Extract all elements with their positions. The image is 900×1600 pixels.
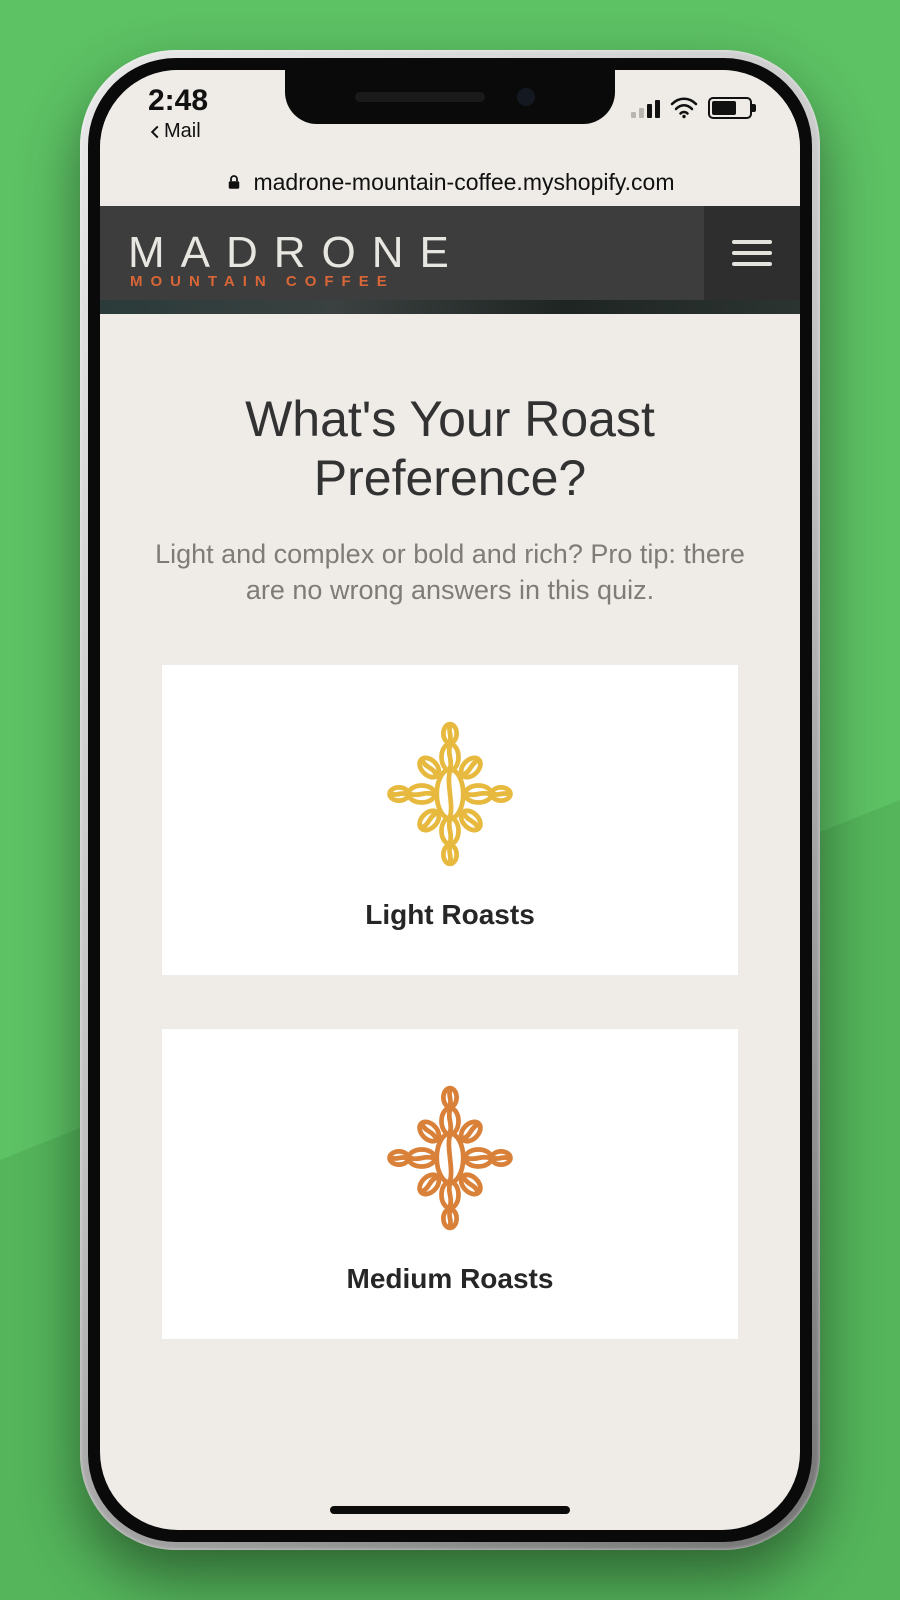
home-indicator[interactable] — [330, 1506, 570, 1514]
cellular-signal-icon — [631, 98, 660, 118]
coffee-beans-icon — [355, 709, 545, 879]
hamburger-icon — [732, 240, 772, 266]
header-hero-sliver — [100, 300, 800, 314]
quiz-subtitle: Light and complex or bold and rich? Pro … — [132, 536, 768, 609]
quiz-option-medium-roasts[interactable]: Medium Roasts — [162, 1029, 738, 1339]
quiz-option-light-roasts[interactable]: Light Roasts — [162, 665, 738, 975]
quiz-content: What's Your Roast Preference? Light and … — [100, 314, 800, 1433]
menu-button[interactable] — [704, 206, 800, 300]
phone-notch — [285, 70, 615, 124]
coffee-beans-icon — [355, 1073, 545, 1243]
battery-icon — [708, 97, 752, 119]
wifi-icon — [670, 97, 698, 119]
phone-screen: 2:48 Mail — [100, 70, 800, 1530]
browser-host: madrone-mountain-coffee.myshopify.com — [253, 169, 674, 196]
quiz-title: What's Your Roast Preference? — [152, 390, 748, 508]
chevron-left-icon — [148, 125, 162, 139]
brand-logo[interactable]: MADRONE — [128, 228, 465, 278]
lock-icon — [225, 173, 243, 191]
browser-address-bar[interactable]: madrone-mountain-coffee.myshopify.com — [100, 158, 800, 206]
quiz-option-label: Light Roasts — [365, 899, 535, 931]
status-time: 2:48 — [148, 84, 208, 118]
brand-subline: MOUNTAIN COFFEE — [130, 273, 395, 290]
back-to-app-button[interactable]: Mail — [148, 120, 208, 143]
back-to-app-label: Mail — [164, 120, 201, 143]
phone-frame: 2:48 Mail — [80, 50, 820, 1550]
quiz-option-label: Medium Roasts — [347, 1263, 554, 1295]
site-header: MADRONE MOUNTAIN COFFEE — [100, 206, 800, 300]
